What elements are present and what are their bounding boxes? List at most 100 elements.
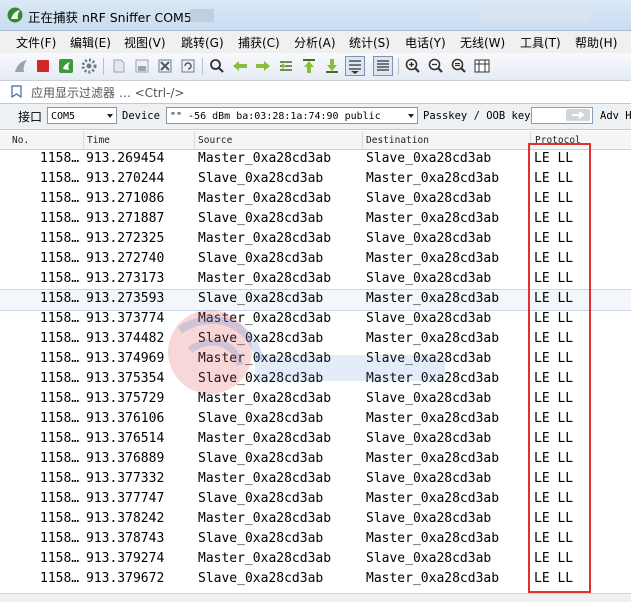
source-cell: Slave_0xa28cd3ab <box>198 451 324 466</box>
time-cell: 913.272325 <box>86 231 165 246</box>
reload-icon[interactable] <box>179 57 197 75</box>
destination-cell: Master_0xa28cd3ab <box>366 531 500 546</box>
menu-telephony[interactable]: 电话(Y) <box>405 34 446 51</box>
packet-number-cell: 1158… <box>40 271 80 286</box>
chevron-down-icon <box>107 114 113 118</box>
packet-number-cell: 1158… <box>40 551 80 566</box>
menu-tools[interactable]: 工具(T) <box>520 34 561 51</box>
source-cell: Slave_0xa28cd3ab <box>198 171 324 186</box>
source-cell: Master_0xa28cd3ab <box>198 471 332 486</box>
menu-go[interactable]: 跳转(G) <box>181 34 224 51</box>
first-packet-icon[interactable] <box>300 57 318 75</box>
save-file-icon[interactable] <box>133 57 151 75</box>
packet-number-cell: 1158… <box>40 391 80 406</box>
destination-cell: Slave_0xa28cd3ab <box>366 311 492 326</box>
menu-wireless[interactable]: 无线(W) <box>460 34 505 51</box>
column-divider[interactable] <box>194 131 195 149</box>
time-cell: 913.375729 <box>86 391 165 406</box>
time-cell: 913.376889 <box>86 451 165 466</box>
restart-icon[interactable] <box>57 57 75 75</box>
source-cell: Slave_0xa28cd3ab <box>198 411 324 426</box>
colorize-icon[interactable] <box>373 56 393 76</box>
packet-number-cell: 1158… <box>40 531 80 546</box>
zoom-out-icon[interactable] <box>427 57 445 75</box>
find-icon[interactable] <box>208 57 226 75</box>
resize-columns-icon[interactable] <box>473 57 491 75</box>
display-filter-input[interactable]: 应用显示过滤器 … <Ctrl-/> <box>31 84 184 101</box>
time-cell: 913.378743 <box>86 531 165 546</box>
options-gear-icon[interactable] <box>80 57 98 75</box>
destination-cell: Master_0xa28cd3ab <box>366 491 500 506</box>
last-packet-icon[interactable] <box>323 57 341 75</box>
packet-number-cell: 1158… <box>40 231 80 246</box>
interface-value: COM5 <box>51 111 76 122</box>
device-label: Device <box>122 110 160 122</box>
time-cell: 913.377747 <box>86 491 165 506</box>
open-file-icon[interactable] <box>110 57 128 75</box>
column-divider[interactable] <box>362 131 363 149</box>
column-header-destination[interactable]: Destination <box>366 135 429 146</box>
zoom-normal-icon[interactable] <box>450 57 468 75</box>
packet-number-cell: 1158… <box>40 431 80 446</box>
stop-icon[interactable] <box>34 57 52 75</box>
source-cell: Master_0xa28cd3ab <box>198 311 332 326</box>
packet-number-cell: 1158… <box>40 491 80 506</box>
time-cell: 913.270244 <box>86 171 165 186</box>
close-file-icon[interactable] <box>156 57 174 75</box>
menu-edit[interactable]: 编辑(E) <box>70 34 111 51</box>
source-cell: Master_0xa28cd3ab <box>198 191 332 206</box>
source-cell: Slave_0xa28cd3ab <box>198 491 324 506</box>
column-divider[interactable] <box>83 131 84 149</box>
menu-view[interactable]: 视图(V) <box>124 34 166 51</box>
packet-number-cell: 1158… <box>40 291 80 306</box>
wireshark-fin-icon <box>7 7 23 23</box>
menu-analyze[interactable]: 分析(A) <box>294 34 336 51</box>
column-header-source[interactable]: Source <box>198 135 232 146</box>
passkey-label: Passkey / OOB key <box>423 110 531 122</box>
source-cell: Slave_0xa28cd3ab <box>198 291 324 306</box>
device-select[interactable]: "" -56 dBm ba:03:28:1a:74:90 public <box>166 107 418 124</box>
menu-help[interactable]: 帮助(H) <box>575 34 617 51</box>
packet-number-cell: 1158… <box>40 511 80 526</box>
source-cell: Slave_0xa28cd3ab <box>198 331 324 346</box>
forward-arrow-icon[interactable] <box>254 57 272 75</box>
sniffer-device-bar: 接口 COM5 Device "" -56 dBm ba:03:28:1a:74… <box>0 104 631 130</box>
destination-cell: Slave_0xa28cd3ab <box>366 191 492 206</box>
destination-cell: Slave_0xa28cd3ab <box>366 151 492 166</box>
destination-cell: Slave_0xa28cd3ab <box>366 511 492 526</box>
back-arrow-icon[interactable] <box>231 57 249 75</box>
zoom-in-icon[interactable] <box>404 57 422 75</box>
source-cell: Slave_0xa28cd3ab <box>198 531 324 546</box>
menu-file[interactable]: 文件(F) <box>16 34 56 51</box>
menu-statistics[interactable]: 统计(S) <box>349 34 390 51</box>
interface-select[interactable]: COM5 <box>47 107 117 124</box>
column-header-time[interactable]: Time <box>87 135 110 146</box>
display-filter-bar[interactable]: 应用显示过滤器 … <Ctrl-/> <box>0 81 631 104</box>
time-cell: 913.273593 <box>86 291 165 306</box>
time-cell: 913.376514 <box>86 431 165 446</box>
protocol-highlight-box <box>528 143 591 593</box>
right-arrow-icon <box>572 111 585 119</box>
destination-cell: Master_0xa28cd3ab <box>366 331 500 346</box>
time-cell: 913.379672 <box>86 571 165 586</box>
bookmark-icon[interactable] <box>11 85 22 98</box>
packet-number-cell: 1158… <box>40 211 80 226</box>
time-cell: 913.272740 <box>86 251 165 266</box>
destination-cell: Master_0xa28cd3ab <box>366 571 500 586</box>
main-toolbar <box>0 53 631 81</box>
shark-fin-start-icon[interactable] <box>12 57 30 75</box>
column-header-no[interactable]: No. <box>12 135 29 146</box>
adv-hop-label: Adv H <box>600 110 631 122</box>
destination-cell: Slave_0xa28cd3ab <box>366 551 492 566</box>
packet-number-cell: 1158… <box>40 311 80 326</box>
go-to-packet-icon[interactable] <box>277 57 295 75</box>
packet-number-cell: 1158… <box>40 451 80 466</box>
menu-capture[interactable]: 捕获(C) <box>238 34 280 51</box>
passkey-submit-button[interactable] <box>566 109 590 121</box>
autoscroll-icon[interactable] <box>345 56 365 76</box>
time-cell: 913.269454 <box>86 151 165 166</box>
time-cell: 913.374969 <box>86 351 165 366</box>
destination-cell: Slave_0xa28cd3ab <box>366 391 492 406</box>
destination-cell: Master_0xa28cd3ab <box>366 371 500 386</box>
destination-cell: Slave_0xa28cd3ab <box>366 231 492 246</box>
